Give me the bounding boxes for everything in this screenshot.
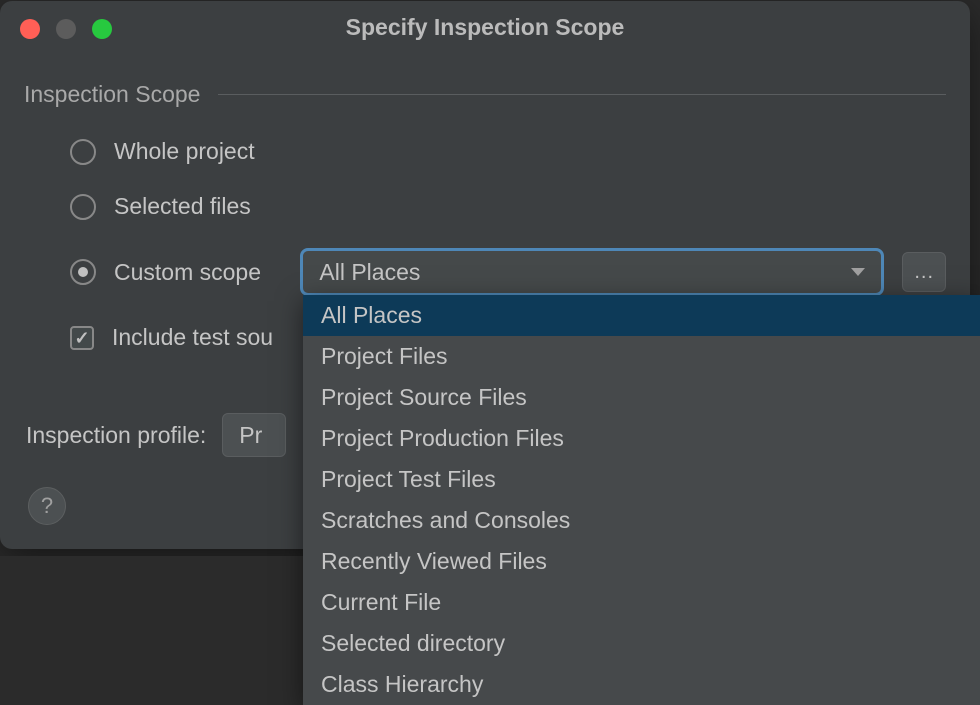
- dropdown-item-current-file[interactable]: Current File: [303, 582, 980, 623]
- radio-custom-scope[interactable]: [70, 259, 96, 285]
- dropdown-item-all-places[interactable]: All Places: [303, 295, 980, 336]
- scope-dropdown[interactable]: All Places Project Files Project Source …: [303, 295, 980, 705]
- inspection-profile-select[interactable]: Pr: [222, 413, 286, 457]
- include-tests-checkbox[interactable]: [70, 326, 94, 350]
- close-window-button[interactable]: [20, 19, 40, 39]
- dropdown-item-class-hierarchy[interactable]: Class Hierarchy: [303, 664, 980, 705]
- scope-radio-group: Whole project Selected files Custom scop…: [24, 138, 946, 296]
- include-tests-label: Include test sou: [112, 324, 273, 351]
- window-controls: [20, 19, 112, 39]
- radio-whole-project[interactable]: [70, 139, 96, 165]
- dropdown-item-project-test-files[interactable]: Project Test Files: [303, 459, 980, 500]
- inspection-profile-label: Inspection profile:: [26, 422, 206, 449]
- dropdown-item-scratches-consoles[interactable]: Scratches and Consoles: [303, 500, 980, 541]
- dropdown-item-selected-directory[interactable]: Selected directory: [303, 623, 980, 664]
- radio-selected-files-row[interactable]: Selected files: [70, 193, 946, 220]
- scope-select[interactable]: All Places: [300, 248, 884, 296]
- radio-whole-project-row[interactable]: Whole project: [70, 138, 946, 165]
- minimize-window-button[interactable]: [56, 19, 76, 39]
- section-title: Inspection Scope: [24, 81, 200, 108]
- section-header: Inspection Scope: [24, 81, 946, 108]
- dropdown-item-project-source-files[interactable]: Project Source Files: [303, 377, 980, 418]
- radio-custom-scope-row: Custom scope All Places ...: [70, 248, 946, 296]
- radio-selected-files-label: Selected files: [114, 193, 251, 220]
- help-icon: ?: [41, 493, 53, 519]
- zoom-window-button[interactable]: [92, 19, 112, 39]
- help-button[interactable]: ?: [28, 487, 66, 525]
- dropdown-item-recently-viewed[interactable]: Recently Viewed Files: [303, 541, 980, 582]
- scope-browse-button[interactable]: ...: [902, 252, 946, 292]
- radio-selected-files[interactable]: [70, 194, 96, 220]
- radio-whole-project-label: Whole project: [114, 138, 255, 165]
- chevron-down-icon: [851, 268, 865, 276]
- inspection-profile-value: Pr: [239, 422, 262, 449]
- dialog-title: Specify Inspection Scope: [16, 14, 954, 41]
- radio-custom-scope-label: Custom scope: [114, 259, 282, 286]
- dropdown-item-project-production-files[interactable]: Project Production Files: [303, 418, 980, 459]
- dropdown-item-project-files[interactable]: Project Files: [303, 336, 980, 377]
- scope-select-value: All Places: [319, 259, 420, 286]
- titlebar: Specify Inspection Scope: [0, 1, 970, 47]
- section-divider: [218, 94, 946, 95]
